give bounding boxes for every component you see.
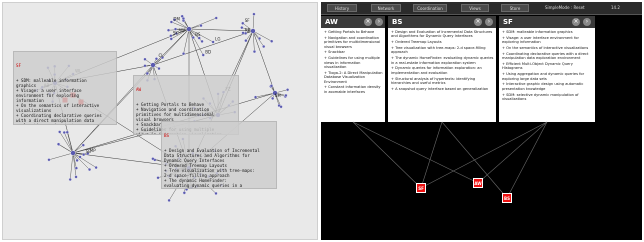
tooltip-line: real-estate information exploration [164, 188, 274, 189]
graph-node[interactable] [244, 39, 248, 43]
tooltip-body: + SDM: malleable information graphics + Vi… [16, 78, 114, 124]
graph-node[interactable] [199, 24, 203, 28]
graph-node-label: CL [158, 53, 164, 58]
graph-node[interactable] [197, 36, 201, 40]
graph-node[interactable] [244, 31, 248, 35]
tooltip-title: SF [16, 63, 22, 68]
graph-node[interactable] [284, 93, 288, 98]
graph-node[interactable] [262, 44, 266, 49]
tooltip-sf: SF + SDM: malleable information graphics +… [13, 51, 117, 125]
graph-hub-node[interactable] [186, 26, 192, 32]
graph-node[interactable] [214, 16, 218, 20]
graph-node-label: SK [173, 30, 179, 35]
graph-node[interactable] [154, 57, 159, 61]
graph-node[interactable] [74, 166, 78, 170]
graph-node[interactable] [257, 36, 262, 41]
graph-node[interactable] [211, 40, 215, 44]
graph-node[interactable] [270, 39, 274, 43]
graph-edge [70, 152, 74, 180]
graph-node[interactable] [169, 20, 173, 24]
graph-hub-node[interactable] [250, 28, 256, 34]
graph-node[interactable] [180, 14, 184, 18]
tooltip-title: BS [164, 133, 170, 138]
graph-node[interactable] [78, 155, 82, 159]
graph-node[interactable] [58, 130, 62, 134]
graph-edge [252, 30, 272, 42]
connection-line [352, 121, 479, 184]
graph-node[interactable] [201, 53, 205, 57]
graph-node[interactable] [191, 35, 195, 40]
graph-node-label: DM [173, 16, 180, 21]
graph-node-label: LG [215, 36, 220, 41]
graph-node[interactable] [200, 39, 204, 43]
chip-aw[interactable]: AW [473, 178, 483, 188]
connection-line [420, 121, 443, 189]
graph-node[interactable] [62, 130, 66, 135]
graph-node[interactable] [65, 130, 69, 134]
tooltip-line: exploration environment [16, 123, 114, 124]
graph-node[interactable] [94, 166, 98, 170]
graph-node[interactable] [182, 191, 186, 195]
graph-node[interactable] [241, 21, 245, 25]
graph-node[interactable] [169, 37, 173, 41]
graph-node[interactable] [82, 153, 86, 157]
graph-node-label: AW [178, 28, 185, 33]
graph-node[interactable] [241, 31, 245, 35]
connection-line [506, 121, 548, 199]
graph-node[interactable] [240, 26, 244, 30]
graph-node[interactable] [81, 143, 85, 147]
graph-node[interactable] [214, 191, 218, 195]
graph-node-label: SF [245, 18, 251, 23]
graph-node[interactable] [75, 158, 79, 162]
connection-line [420, 121, 548, 189]
graph-edge [59, 131, 74, 154]
graph-node[interactable] [87, 168, 92, 172]
connection-lines [352, 121, 548, 199]
tooltip-body: + Design and Evaluation of Incremental Da… [164, 148, 274, 189]
graph-node[interactable] [151, 157, 155, 161]
graph-node[interactable] [269, 84, 273, 88]
chip-bs[interactable]: BS [502, 193, 512, 203]
graph-hub-node[interactable] [70, 150, 76, 156]
graph-node-label: SB [86, 149, 92, 154]
graph-node[interactable] [182, 52, 186, 56]
graph-edge [48, 152, 74, 160]
graph-node[interactable] [74, 175, 78, 179]
tooltip-bs: BS + Design and Evaluation of Incrementa… [161, 121, 277, 189]
graph-node-label: KP [245, 27, 251, 32]
graph-node[interactable] [252, 12, 256, 16]
graph-node[interactable] [167, 198, 171, 202]
graph-edge [188, 28, 254, 32]
graph-node[interactable] [169, 34, 173, 38]
graph-node[interactable] [68, 177, 72, 182]
graph-node[interactable] [271, 96, 275, 100]
graph-node[interactable] [47, 158, 51, 162]
graph-node[interactable] [143, 57, 147, 61]
graph-edge [188, 17, 217, 30]
chip-sf[interactable]: SF [416, 183, 426, 193]
graph-node[interactable] [56, 142, 61, 146]
graph-node[interactable] [166, 28, 171, 32]
graph-node[interactable] [143, 64, 147, 68]
connection-line [352, 121, 422, 189]
browser-app: History Network Coordination Views Store… [321, 2, 642, 240]
tooltip-title: AW [136, 87, 142, 92]
graph-node[interactable] [279, 105, 283, 109]
graph-node[interactable] [156, 176, 160, 180]
graph-node-label: BS [195, 32, 201, 37]
graph-view[interactable]: LGBSAWSFABWLMPSBCQJBJWSHYZJZNHCLSKDMBDKP… [2, 2, 318, 240]
graph-hub-node[interactable] [150, 62, 156, 68]
graph-node[interactable] [157, 66, 161, 71]
graph-edge [152, 30, 254, 66]
graph-node[interactable] [252, 50, 257, 54]
graph-node[interactable] [254, 95, 258, 99]
graph-node-label: BD [205, 50, 211, 55]
graph-node[interactable] [286, 88, 290, 92]
graph-node-label: NH [275, 93, 281, 98]
